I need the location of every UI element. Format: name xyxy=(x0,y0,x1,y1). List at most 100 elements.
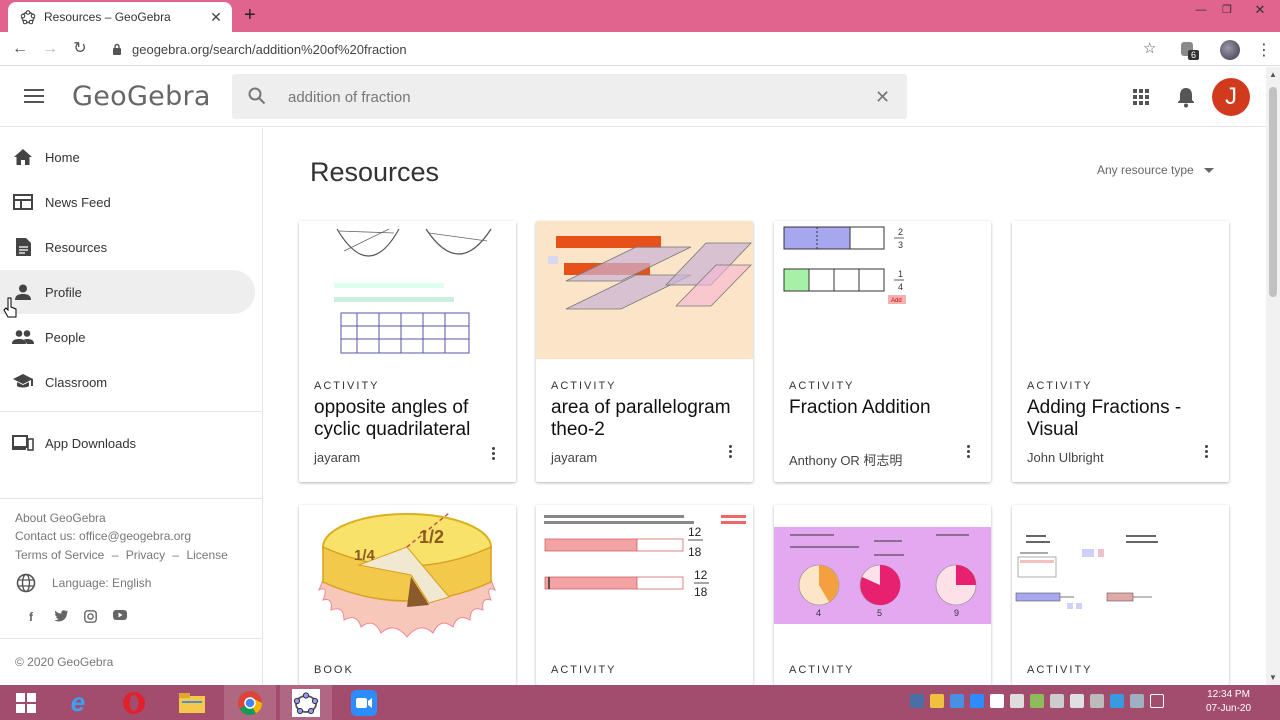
resource-card[interactable]: 1/4 1/2 BOOK xyxy=(299,505,516,685)
restore-icon[interactable]: ❐ xyxy=(1214,0,1240,32)
card-thumbnail xyxy=(299,221,516,359)
youtube-icon[interactable] xyxy=(113,610,127,620)
scroll-up-arrow-icon[interactable]: ▲ xyxy=(1269,70,1277,79)
search-input[interactable] xyxy=(288,86,848,108)
clear-search-icon[interactable]: ✕ xyxy=(875,87,890,108)
language-selector[interactable]: Language: English xyxy=(16,573,151,593)
taskbar-file-explorer[interactable] xyxy=(166,685,218,720)
card-title[interactable]: Fraction Addition xyxy=(789,397,979,419)
sidebar-item-profile[interactable]: Profile xyxy=(0,270,255,314)
tray-icon[interactable] xyxy=(950,694,964,708)
card-title[interactable]: Adding Fractions - Visual xyxy=(1027,397,1217,441)
battery-icon[interactable] xyxy=(1010,694,1024,708)
separator: – xyxy=(111,548,119,562)
back-icon[interactable]: ← xyxy=(11,40,29,58)
sidebar-item-classroom[interactable]: Classroom xyxy=(0,360,255,404)
tray-icon[interactable] xyxy=(1030,694,1044,708)
geogebra-logo[interactable]: GeoGebra xyxy=(72,81,211,112)
browser-menu-icon[interactable]: ⋮ xyxy=(1256,40,1272,60)
classroom-icon xyxy=(12,371,34,393)
user-avatar[interactable]: J xyxy=(1212,78,1250,116)
forward-icon[interactable]: → xyxy=(41,40,59,58)
resource-card[interactable]: ACTIVITY area of parallelogram theo-2 ja… xyxy=(536,221,753,482)
new-tab-icon[interactable]: + xyxy=(244,4,256,27)
language-tray-icon[interactable] xyxy=(1110,694,1124,708)
tray-icon[interactable] xyxy=(1050,694,1064,708)
more-options-icon[interactable] xyxy=(492,447,496,462)
resource-type-label: Any resource type xyxy=(1097,163,1194,177)
social-links: f xyxy=(24,610,127,624)
search-icon[interactable] xyxy=(248,87,266,105)
more-options-icon[interactable] xyxy=(967,445,971,460)
minimize-icon[interactable]: — xyxy=(1188,0,1214,32)
more-options-icon[interactable] xyxy=(1205,445,1209,460)
sidebar-item-app-downloads[interactable]: App Downloads xyxy=(0,421,255,465)
instagram-icon[interactable] xyxy=(84,610,97,623)
volume-icon[interactable] xyxy=(1090,694,1104,708)
card-thumbnail: 12 18 12 18 xyxy=(536,505,753,643)
pie-label: 9 xyxy=(954,608,959,618)
tab-close-icon[interactable]: ✕ xyxy=(208,9,224,26)
taskbar-geogebra[interactable] xyxy=(280,685,332,720)
license-link[interactable]: License xyxy=(186,548,227,562)
more-options-icon[interactable] xyxy=(729,445,733,460)
tray-icon[interactable] xyxy=(970,694,984,708)
scroll-down-arrow-icon[interactable]: ▼ xyxy=(1269,673,1277,682)
sidebar-item-label: News Feed xyxy=(45,194,111,210)
resource-card[interactable]: ACTIVITY Adding Fractions - Visual John … xyxy=(1012,221,1229,482)
terms-link[interactable]: Terms of Service xyxy=(15,548,104,562)
resource-card[interactable]: 12 18 12 18 ACTIVITY xyxy=(536,505,753,685)
twitter-icon[interactable] xyxy=(54,610,68,622)
tray-icon[interactable] xyxy=(910,694,924,708)
page-scrollbar[interactable]: ▲ ▼ xyxy=(1266,67,1280,685)
about-link[interactable]: About GeoGebra xyxy=(15,511,106,525)
browser-profile-avatar[interactable] xyxy=(1220,40,1240,60)
resource-type-dropdown[interactable]: Any resource type xyxy=(1097,163,1214,177)
sidebar-item-resources[interactable]: Resources xyxy=(0,225,255,269)
notifications-icon[interactable] xyxy=(1150,694,1164,708)
taskbar-chrome[interactable] xyxy=(224,685,276,720)
windows-taskbar: e 12:34 PM 07-Jun-20 xyxy=(0,685,1280,720)
resource-card[interactable]: ACTIVITY opposite angles of cyclic quadr… xyxy=(299,221,516,482)
taskbar-opera[interactable] xyxy=(108,685,160,720)
reload-icon[interactable]: ↻ xyxy=(71,40,89,58)
resource-card[interactable]: ACTIVITY xyxy=(1012,505,1229,685)
card-author[interactable]: Anthony OR 柯志明 xyxy=(789,450,902,469)
taskbar-ie[interactable]: e xyxy=(52,685,104,720)
devices-icon xyxy=(12,432,34,454)
system-clock[interactable]: 12:34 PM 07-Jun-20 xyxy=(1206,688,1251,716)
taskbar-zoom[interactable] xyxy=(338,685,390,720)
sidebar-item-news-feed[interactable]: News Feed xyxy=(0,180,255,224)
browser-tab[interactable]: Resources – GeoGebra ✕ xyxy=(8,2,232,32)
sidebar-item-people[interactable]: People xyxy=(0,315,255,359)
card-type: ACTIVITY xyxy=(551,664,617,676)
tray-icon[interactable] xyxy=(990,694,1004,708)
card-author[interactable]: John Ulbright xyxy=(1027,450,1104,465)
card-title[interactable]: opposite angles of cyclic quadrilateral xyxy=(314,397,504,441)
clock-date: 07-Jun-20 xyxy=(1206,703,1252,714)
sidebar-item-home[interactable]: Home xyxy=(0,135,255,179)
apps-grid-icon[interactable] xyxy=(1133,89,1149,105)
tray-icon[interactable] xyxy=(930,694,944,708)
scrollbar-thumb[interactable] xyxy=(1269,87,1277,297)
card-author[interactable]: jayaram xyxy=(314,450,360,465)
privacy-link[interactable]: Privacy xyxy=(126,548,165,562)
resource-card[interactable]: 2 3 1 4 Add ACTIVITY Fraction Addition A… xyxy=(774,221,991,482)
url-field[interactable]: geogebra.org/search/addition%20of%20frac… xyxy=(110,37,1170,61)
window-close-icon[interactable]: ✕ xyxy=(1240,0,1280,32)
site-header: GeoGebra ✕ J xyxy=(0,67,1266,127)
contact-link[interactable]: Contact us: office@geogebra.org xyxy=(15,529,191,543)
bookmark-star-icon[interactable]: ☆ xyxy=(1143,39,1156,57)
card-type: ACTIVITY xyxy=(1027,380,1093,392)
address-bar: ← → ↻ geogebra.org/search/addition%20of%… xyxy=(0,32,1280,66)
hamburger-menu-icon[interactable] xyxy=(24,89,44,105)
notifications-bell-icon[interactable] xyxy=(1176,86,1196,108)
tray-icon[interactable] xyxy=(1130,694,1144,708)
card-author[interactable]: jayaram xyxy=(551,450,597,465)
internet-explorer-icon: e xyxy=(70,687,86,717)
card-title[interactable]: area of parallelogram theo-2 xyxy=(551,397,741,441)
start-button[interactable] xyxy=(0,685,52,720)
facebook-icon[interactable]: f xyxy=(24,610,38,624)
resource-card[interactable]: 4 5 9 ACTIVITY xyxy=(774,505,991,685)
network-icon[interactable] xyxy=(1070,694,1084,708)
